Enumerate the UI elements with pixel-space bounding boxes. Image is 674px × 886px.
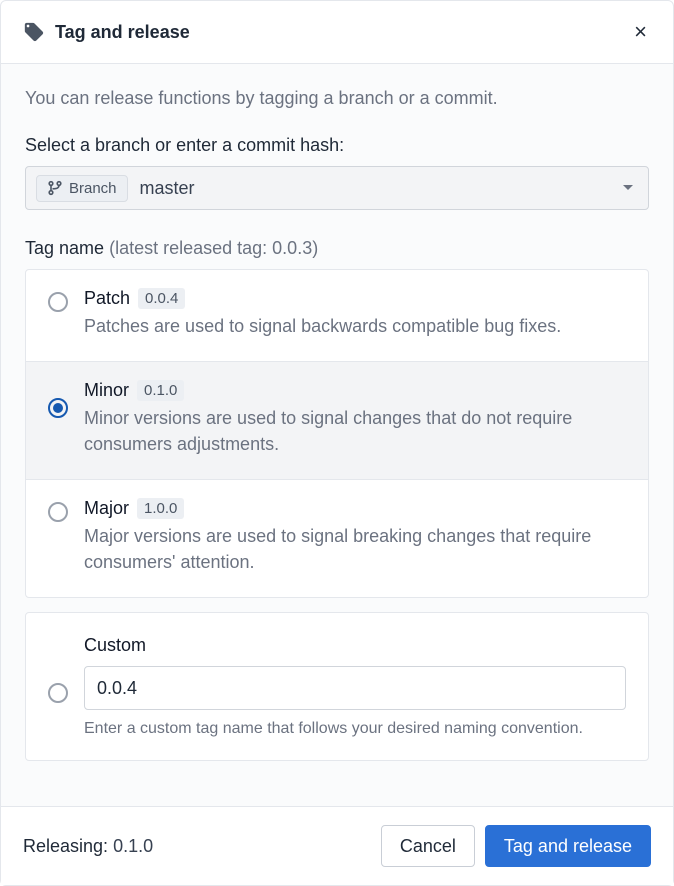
version-options: Patch 0.0.4 Patches are used to signal b… [25, 269, 649, 598]
releasing-label: Releasing: [23, 836, 108, 856]
tag-and-release-button[interactable]: Tag and release [485, 825, 651, 867]
option-major-body: Major 1.0.0 Major versions are used to s… [84, 498, 626, 575]
option-patch-desc: Patches are used to signal backwards com… [84, 313, 626, 339]
releasing-value: 0.1.0 [113, 836, 153, 856]
tag-name-label: Tag name [25, 238, 104, 258]
tag-name-hint: (latest released tag: 0.0.3) [109, 238, 318, 258]
modal-footer: Releasing: 0.1.0 Cancel Tag and release [1, 806, 673, 885]
modal-header: Tag and release × [1, 1, 673, 64]
option-custom-body: Custom Enter a custom tag name that foll… [84, 635, 626, 738]
git-branch-icon [47, 180, 63, 196]
option-minor-version: 0.1.0 [137, 380, 184, 401]
branch-select[interactable]: Branch master [25, 166, 649, 210]
radio-major[interactable] [48, 502, 68, 522]
option-minor-title: Minor [84, 380, 129, 401]
option-patch-title: Patch [84, 288, 130, 309]
option-patch-version: 0.0.4 [138, 288, 185, 309]
option-major-desc: Major versions are used to signal breaki… [84, 523, 626, 575]
radio-custom[interactable] [48, 683, 68, 703]
custom-tag-input[interactable] [84, 666, 626, 710]
footer-actions: Cancel Tag and release [381, 825, 651, 867]
option-major-version: 1.0.0 [137, 498, 184, 519]
option-custom[interactable]: Custom Enter a custom tag name that foll… [25, 612, 649, 761]
option-major-title: Major [84, 498, 129, 519]
branch-select-label: Select a branch or enter a commit hash: [25, 135, 649, 156]
branch-selected-value: master [140, 178, 195, 199]
modal-title: Tag and release [55, 22, 190, 43]
tag-name-label-row: Tag name (latest released tag: 0.0.3) [25, 238, 649, 259]
option-patch[interactable]: Patch 0.0.4 Patches are used to signal b… [26, 270, 648, 362]
branch-badge-label: Branch [69, 180, 117, 197]
intro-text: You can release functions by tagging a b… [25, 88, 649, 109]
option-patch-body: Patch 0.0.4 Patches are used to signal b… [84, 288, 626, 339]
option-custom-title: Custom [84, 635, 626, 656]
radio-patch[interactable] [48, 292, 68, 312]
branch-badge: Branch [36, 175, 128, 202]
tag-icon [23, 21, 45, 43]
close-icon[interactable]: × [630, 17, 651, 47]
option-minor-desc: Minor versions are used to signal change… [84, 405, 626, 457]
option-minor-body: Minor 0.1.0 Minor versions are used to s… [84, 380, 626, 457]
radio-minor[interactable] [48, 398, 68, 418]
modal-body: You can release functions by tagging a b… [1, 64, 673, 806]
modal-header-left: Tag and release [23, 21, 190, 43]
chevron-down-icon [622, 184, 634, 192]
tag-release-modal: Tag and release × You can release functi… [0, 0, 674, 886]
releasing-info: Releasing: 0.1.0 [23, 836, 153, 857]
cancel-button[interactable]: Cancel [381, 825, 475, 867]
custom-tag-hint: Enter a custom tag name that follows you… [84, 720, 626, 738]
option-minor[interactable]: Minor 0.1.0 Minor versions are used to s… [26, 362, 648, 480]
option-major[interactable]: Major 1.0.0 Major versions are used to s… [26, 480, 648, 597]
